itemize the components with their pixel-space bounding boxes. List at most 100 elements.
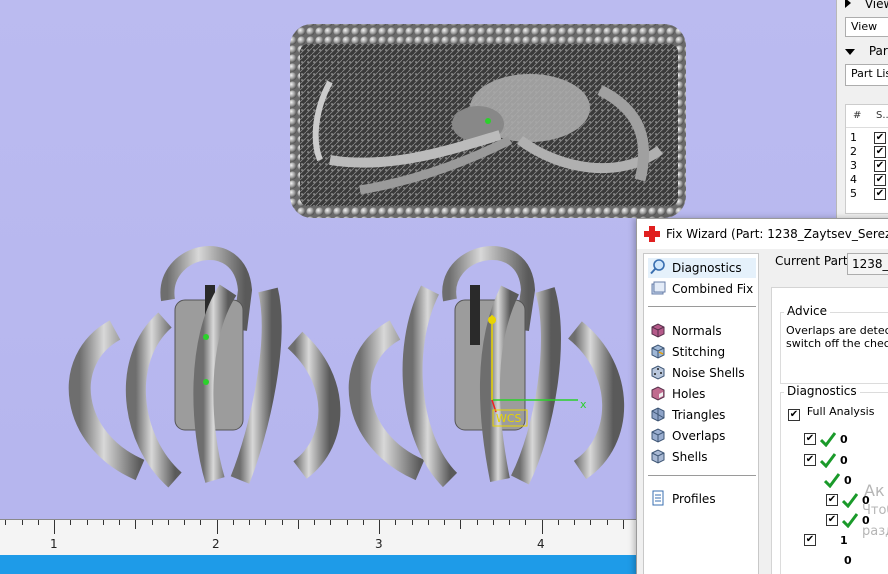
ruler-tick <box>477 520 478 525</box>
stitching-cube-icon <box>651 344 665 359</box>
ruler-tick <box>314 520 315 525</box>
normals-cube-icon <box>651 323 665 338</box>
collapse-arrow-icon[interactable] <box>845 49 855 55</box>
nav-normals[interactable]: Normals <box>648 321 756 341</box>
shells-cube-icon <box>651 449 665 464</box>
view-section-label: View <box>864 0 888 11</box>
ruler-tick <box>103 520 104 525</box>
nav-diagnostics[interactable]: Diagnostics <box>648 258 756 278</box>
nav-label: Holes <box>672 387 706 401</box>
view-section-header[interactable]: View <box>845 0 888 11</box>
part-section-header[interactable]: Part <box>845 44 888 58</box>
nav-overlaps[interactable]: Overlaps <box>648 426 756 446</box>
holes-cube-icon <box>651 386 665 401</box>
part-visible-checkbox[interactable]: ✔ <box>874 132 886 144</box>
profiles-document-icon <box>652 490 664 506</box>
ruler-tick <box>509 520 510 525</box>
ruler-tick <box>87 520 88 525</box>
nav-profiles[interactable]: Profiles <box>648 489 756 509</box>
ruler-tick <box>22 520 23 525</box>
part-visible-checkbox[interactable]: ✔ <box>874 188 886 200</box>
nav-combined-fix[interactable]: Combined Fix <box>648 279 756 299</box>
nav-triangles[interactable]: Triangles <box>648 405 756 425</box>
diagnostics-row: 0 <box>826 554 888 570</box>
table-header-number: # <box>853 110 862 121</box>
ruler-tick <box>119 520 120 525</box>
magnifier-icon <box>650 259 665 275</box>
full-analysis-checkbox[interactable]: ✔ <box>788 409 800 421</box>
current-part-label: Current Part: <box>775 254 852 268</box>
diagnostic-checkbox[interactable]: ✔ <box>804 433 816 445</box>
ruler-tick <box>217 520 218 534</box>
advice-legend: Advice <box>784 304 831 318</box>
ruler-tick <box>265 520 266 525</box>
part-visible-checkbox[interactable]: ✔ <box>874 160 886 172</box>
ruler-tick <box>38 520 39 525</box>
diagnostics-row: ✔ 0 <box>804 432 888 449</box>
ruler-tick <box>542 520 543 534</box>
ruler-tick <box>412 520 413 525</box>
ruler-tick <box>574 520 575 525</box>
dialog-title-bar[interactable]: Fix Wizard (Part: 1238_Zaytsev_Serezhka_… <box>637 219 888 249</box>
ruler-tick <box>54 520 55 534</box>
ruler-tick <box>200 520 201 525</box>
table-header-status: S... <box>876 110 888 121</box>
octopus-earring-right[interactable]: x WCS <box>348 246 625 488</box>
diagnostic-checkbox[interactable]: ✔ <box>826 514 838 526</box>
octopus-relief-panel[interactable] <box>290 24 686 218</box>
ruler-tick <box>184 520 185 525</box>
advice-line: switch off the check <box>786 337 888 350</box>
octopus-earring-left[interactable] <box>68 246 341 488</box>
watermark-text: Ак <box>864 481 885 500</box>
nav-divider <box>648 306 756 307</box>
axis-x-label: x <box>580 398 587 411</box>
nav-stitching[interactable]: Stitching <box>648 342 756 362</box>
part-section-label: Part <box>868 44 888 58</box>
nav-label: Combined Fix <box>672 282 754 296</box>
nav-holes[interactable]: Holes <box>648 384 756 404</box>
nav-label: Shells <box>672 450 708 464</box>
table-row-number: 5 <box>850 187 857 200</box>
green-check-icon <box>820 453 836 468</box>
side-panel: View View Part Part List # S... 1 2 3 4 … <box>836 0 888 220</box>
overlaps-cube-icon <box>651 428 665 443</box>
ruler-label: 1 <box>50 537 58 551</box>
watermark-text: разд <box>862 524 888 539</box>
table-row-number: 4 <box>850 173 857 186</box>
ruler-label: 3 <box>375 537 383 551</box>
nav-divider <box>648 475 756 476</box>
part-visible-checkbox[interactable]: ✔ <box>874 174 886 186</box>
ruler-tick <box>590 520 591 525</box>
current-part-select[interactable]: 1238_Z <box>847 253 888 275</box>
diagnostic-checkbox[interactable]: ✔ <box>804 454 816 466</box>
diagnostics-legend: Diagnostics <box>784 384 860 398</box>
wcs-label: WCS <box>496 412 522 425</box>
fix-wizard-dialog: Fix Wizard (Part: 1238_Zaytsev_Serezhka_… <box>636 218 888 574</box>
expand-arrow-icon[interactable] <box>845 0 851 8</box>
ruler-tick <box>444 520 445 525</box>
full-analysis-row[interactable]: ✔ Full Analysis <box>788 404 875 421</box>
nav-label: Profiles <box>672 492 716 506</box>
table-row-number: 1 <box>850 131 857 144</box>
diagnostic-checkbox[interactable]: ✔ <box>804 534 816 546</box>
triangles-cube-icon <box>651 407 665 422</box>
tab-part-list[interactable]: Part List <box>845 64 888 86</box>
part-visible-checkbox[interactable]: ✔ <box>874 146 886 158</box>
ruler-tick <box>152 520 153 525</box>
green-check-icon <box>842 493 858 508</box>
nav-shells[interactable]: Shells <box>648 447 756 467</box>
ruler-tick <box>623 520 624 529</box>
green-check-icon <box>842 513 858 528</box>
ruler-tick <box>168 520 169 525</box>
diagnostic-value: 0 <box>844 474 852 487</box>
dialog-title: Fix Wizard (Part: 1238_Zaytsev_Serezhka_… <box>666 227 888 241</box>
view-button[interactable]: View <box>845 17 888 37</box>
diagnostics-row: ✔ 0 <box>804 453 888 470</box>
ruler-tick <box>460 520 461 529</box>
ruler-tick <box>493 520 494 525</box>
diagnostic-checkbox[interactable]: ✔ <box>826 494 838 506</box>
ruler-tick <box>282 520 283 525</box>
nav-noise-shells[interactable]: Noise Shells <box>648 363 756 383</box>
part-table[interactable]: # S... 1 2 3 4 5 ✔ ✔ ✔ ✔ ✔ <box>845 104 888 214</box>
full-analysis-label: Full Analysis <box>806 405 875 418</box>
